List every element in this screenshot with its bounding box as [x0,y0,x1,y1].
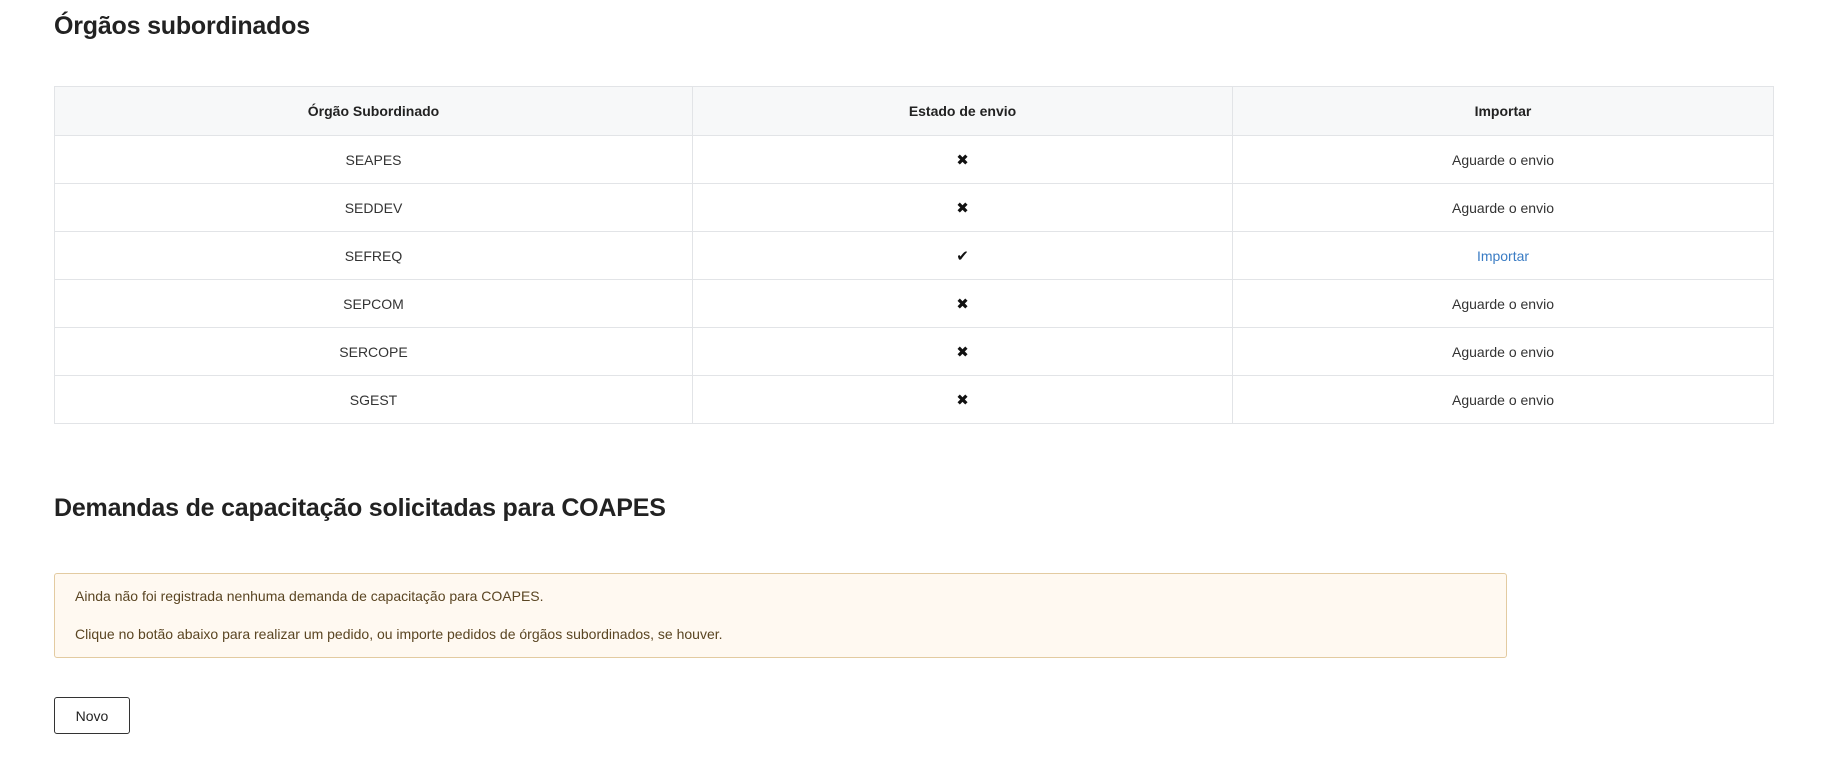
cross-icon: ✖ [956,343,969,361]
header-importar: Importar [1232,86,1774,136]
import-link-sefreq[interactable]: Importar [1477,248,1529,264]
cell-estado: ✖ [692,375,1233,424]
orgaos-title: Órgãos subordinados [54,12,310,40]
cross-icon: ✖ [956,295,969,313]
cell-orgao: SEPCOM [54,279,693,328]
alert-message-line2: Clique no botão abaixo para realizar um … [75,626,723,642]
table-header-row: Órgão Subordinado Estado de envio Import… [54,86,1774,136]
new-demand-button[interactable]: Novo [54,697,130,734]
table-row: SEFREQ ✔ Importar [54,231,1774,280]
cell-orgao: SERCOPE [54,327,693,376]
check-icon: ✔ [956,247,969,265]
table-row: SEDDEV ✖ Aguarde o envio [54,183,1774,232]
cell-importar: Aguarde o envio [1232,135,1774,184]
cell-estado: ✖ [692,183,1233,232]
cell-orgao: SGEST [54,375,693,424]
orgaos-table: Órgão Subordinado Estado de envio Import… [54,86,1774,424]
demandas-title: Demandas de capacitação solicitadas para… [54,494,666,522]
table-row: SGEST ✖ Aguarde o envio [54,375,1774,424]
cell-orgao: SEAPES [54,135,693,184]
cell-estado: ✖ [692,135,1233,184]
header-estado: Estado de envio [692,86,1233,136]
cross-icon: ✖ [956,151,969,169]
cell-orgao: SEFREQ [54,231,693,280]
alert-message-line1: Ainda não foi registrada nenhuma demanda… [75,588,544,604]
cell-importar: Aguarde o envio [1232,327,1774,376]
page: Órgãos subordinados Órgão Subordinado Es… [0,0,1824,758]
cell-estado: ✖ [692,327,1233,376]
cell-estado: ✔ [692,231,1233,280]
cell-importar: Importar [1232,231,1774,280]
empty-demands-alert: Ainda não foi registrada nenhuma demanda… [54,573,1507,658]
cross-icon: ✖ [956,199,969,217]
header-orgao: Órgão Subordinado [54,86,693,136]
cell-importar: Aguarde o envio [1232,375,1774,424]
cell-orgao: SEDDEV [54,183,693,232]
cell-importar: Aguarde o envio [1232,279,1774,328]
cell-importar: Aguarde o envio [1232,183,1774,232]
cross-icon: ✖ [956,391,969,409]
cell-estado: ✖ [692,279,1233,328]
table-row: SEPCOM ✖ Aguarde o envio [54,279,1774,328]
table-row: SEAPES ✖ Aguarde o envio [54,135,1774,184]
table-row: SERCOPE ✖ Aguarde o envio [54,327,1774,376]
